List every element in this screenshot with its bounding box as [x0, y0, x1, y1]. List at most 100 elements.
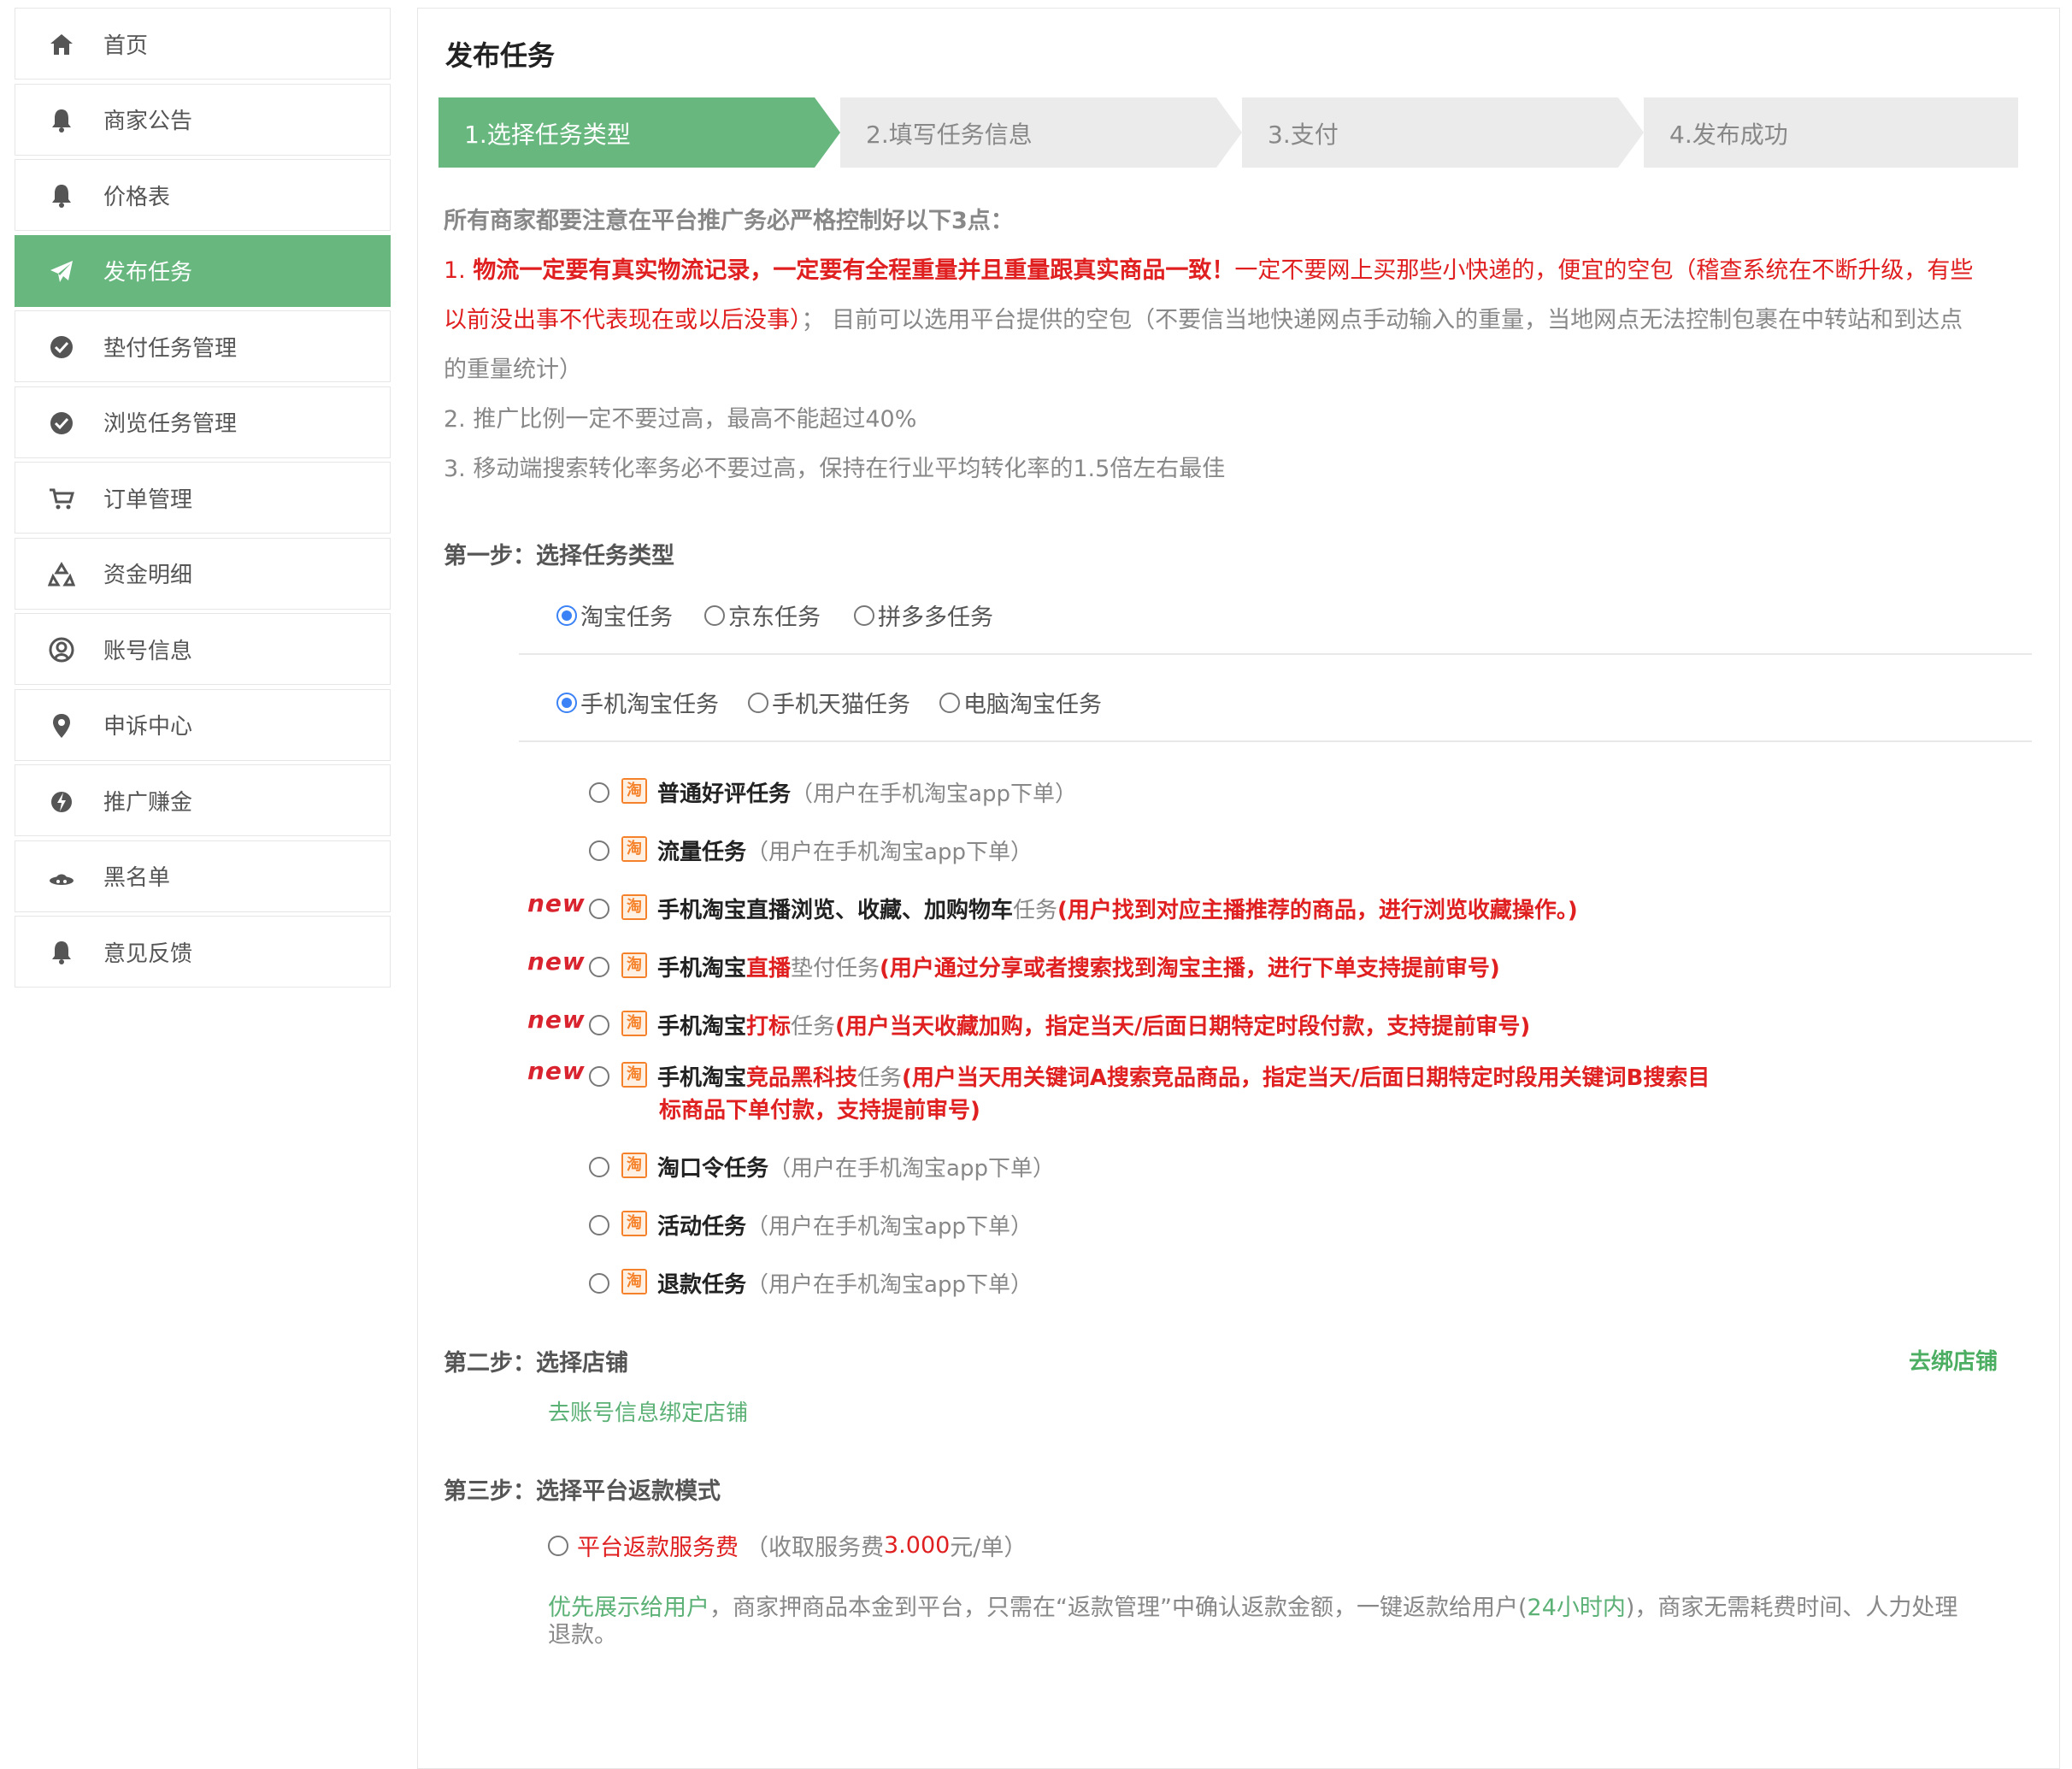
paper-plane-icon — [48, 258, 75, 286]
platform-option-pdd[interactable]: 拼多多任务 — [854, 599, 993, 632]
radio-button[interactable] — [589, 1015, 609, 1035]
radio-button[interactable] — [548, 1535, 568, 1556]
task-option-refund[interactable]: 退款任务（用户在手机淘宝app下单） — [589, 1267, 1033, 1299]
taobao-icon — [621, 1011, 647, 1036]
task-name: 手机淘宝 — [657, 956, 747, 982]
fee-prefix: （收取服务费 — [745, 1535, 884, 1561]
radio-button[interactable] — [589, 782, 609, 803]
radio-button[interactable] — [589, 1066, 609, 1087]
notice-point-2: 2. 推广比例一定不要过高，最高不能超过40% — [444, 406, 917, 433]
radio-button[interactable] — [589, 1273, 609, 1294]
sidebar-item-label: 资金明细 — [103, 563, 193, 588]
notice-point-1-line-2: 以前没出事不代表现在或以后没事）； 目前可以选用平台提供的空包（不要信当地快递网… — [444, 301, 1963, 334]
sidebar-item-label: 首页 — [103, 32, 149, 59]
step-3: 3.支付 — [1242, 97, 1644, 168]
radio-button[interactable] — [589, 1157, 609, 1177]
notice-point-1-line-3: 的重量统计） — [444, 357, 582, 383]
task-desc-continued: 标商品下单付款，支持提前审号) — [659, 1098, 980, 1123]
task-name-suffix: 任务 — [857, 1065, 903, 1091]
task-name: 普通好评任务 — [657, 781, 792, 807]
task-option-tao-password[interactable]: 淘口令任务 （用户在手机淘宝app下单） — [589, 1151, 1055, 1182]
sidebar-item-order-management[interactable]: 订单管理 — [15, 462, 391, 534]
sidebar-item-feedback[interactable]: 意见反馈 — [15, 916, 391, 988]
task-name-highlight: 竞品黑科技 — [746, 1065, 858, 1091]
task-option-tagging[interactable]: 手机淘宝打标任务(用户当天收藏加购，指定当天/后面日期特定时段付款，支持提前审号… — [589, 1009, 1530, 1041]
refund-desc-time: 24小时内 — [1527, 1595, 1626, 1621]
radio-button[interactable] — [556, 604, 577, 626]
radio-button[interactable] — [748, 692, 768, 713]
radio-button[interactable] — [556, 692, 577, 713]
radio-button[interactable] — [589, 1215, 609, 1235]
sidebar-item-publish-task[interactable]: 发布任务 — [15, 234, 391, 307]
radio-button[interactable] — [854, 604, 874, 626]
new-badge: new — [527, 889, 586, 917]
sidebar-item-account-info[interactable]: 账号信息 — [15, 613, 391, 685]
task-name-highlight: 直播 — [746, 956, 792, 982]
sidebar-item-announcements[interactable]: 商家公告 — [15, 83, 391, 156]
taobao-icon — [621, 778, 647, 804]
radio-button[interactable] — [589, 957, 609, 977]
notice-point-1-line-1: 1. 物流一定要有真实物流记录，一定要有全程重量并且重量跟真实商品一致！一定不要… — [444, 251, 1973, 285]
new-badge: new — [527, 1057, 586, 1085]
task-desc: (用户当天用关键词A搜索竞品商品，指定当天/后面日期特定时段用关键词B搜索目 — [902, 1065, 1710, 1091]
sidebar-item-funds-detail[interactable]: 资金明细 — [15, 537, 391, 610]
refund-desc-text-cont: )，商家无需耗费时间、人力处理 — [1625, 1595, 1958, 1621]
account-bind-shop-link[interactable]: 去账号信息绑定店铺 — [548, 1395, 748, 1427]
step-label: 4.发布成功 — [1669, 121, 1788, 149]
taobao-icon — [621, 836, 647, 862]
bell-icon — [48, 107, 75, 134]
sidebar-item-price-list[interactable]: 价格表 — [15, 159, 391, 231]
platform-option-jd[interactable]: 京东任务 — [704, 599, 821, 632]
new-badge: new — [527, 947, 586, 976]
task-name-suffix: 垫付任务 — [791, 956, 880, 982]
taobao-icon — [621, 1269, 647, 1294]
task-name: 手机淘宝 — [657, 1014, 747, 1040]
sidebar-item-appeal-center[interactable]: 申诉中心 — [15, 688, 391, 761]
bell-icon — [48, 939, 75, 966]
main-panel: 发布任务 1.选择任务类型 2.填写任务信息 3.支付 4.发布成功 所有商家都… — [417, 8, 2060, 1769]
task-option-live-browse[interactable]: 手机淘宝直播浏览、收藏、加购物车任务(用户找到对应主播推荐的商品，进行浏览收藏操… — [589, 893, 1578, 924]
radio-button[interactable] — [704, 604, 725, 626]
task-option-competitor-tech[interactable]: 手机淘宝竞品黑科技任务(用户当天用关键词A搜索竞品商品，指定当天/后面日期特定时… — [589, 1060, 1710, 1092]
task-option-normal-review[interactable]: 普通好评任务（用户在手机淘宝app下单） — [589, 776, 1077, 808]
taobao-icon — [621, 1211, 647, 1236]
sidebar-item-label: 推广赚金 — [103, 789, 193, 816]
sidebar-item-label: 商家公告 — [103, 109, 193, 134]
subtype-option-mobile-taobao[interactable]: 手机淘宝任务 — [556, 686, 719, 719]
notice-point-1-warning-cont: 以前没出事不代表现在或以后没事） — [444, 307, 802, 333]
sidebar-item-label: 黑名单 — [103, 865, 171, 891]
step-4: 4.发布成功 — [1644, 97, 2018, 168]
sidebar-item-label: 订单管理 — [103, 486, 193, 513]
sidebar-item-blacklist[interactable]: 黑名单 — [15, 840, 391, 912]
step-label: 1.选择任务类型 — [464, 121, 631, 149]
refund-mode-option[interactable]: 平台返款服务费 （收取服务费 3.000 元/单） — [548, 1529, 1027, 1562]
sidebar-item-home[interactable]: 首页 — [15, 8, 391, 80]
sidebar-item-browse-task-management[interactable]: 浏览任务管理 — [15, 386, 391, 458]
task-option-activity[interactable]: 活动任务 （用户在手机淘宝app下单） — [589, 1209, 1033, 1241]
step-label: 3.支付 — [1268, 121, 1339, 149]
platform-option-taobao[interactable]: 淘宝任务 — [556, 599, 673, 632]
bind-shop-link[interactable]: 去绑店铺 — [1909, 1344, 1998, 1376]
subtype-option-pc-taobao[interactable]: 电脑淘宝任务 — [939, 686, 1102, 719]
task-name-suffix: 任务 — [791, 1014, 836, 1040]
sidebar-item-label: 价格表 — [103, 184, 171, 210]
task-desc: （用户在手机淘宝app下单） — [746, 1272, 1033, 1298]
radio-button[interactable] — [939, 692, 960, 713]
option-label: 拼多多任务 — [878, 604, 993, 631]
task-option-live-advance[interactable]: 手机淘宝直播垫付任务(用户通过分享或者搜索找到淘宝主播，进行下单支持提前审号) — [589, 951, 1500, 982]
notice-heading: 所有商家都要注意在平台推广务必严格控制好以下3点： — [444, 208, 1014, 234]
task-desc: (用户找到对应主播推荐的商品，进行浏览收藏操作。) — [1057, 898, 1578, 923]
divider — [519, 740, 2032, 742]
task-desc: (用户当天收藏加购，指定当天/后面日期特定时段付款，支持提前审号) — [835, 1014, 1531, 1040]
hat-icon — [48, 864, 75, 891]
radio-button[interactable] — [589, 899, 609, 919]
sidebar-item-promotion-earnings[interactable]: 推广赚金 — [15, 764, 391, 836]
notice-point-1-advice: ； 目前可以选用平台提供的空包（不要信当地快递网点手动输入的重量，当地网点无法控… — [801, 307, 1963, 333]
task-option-traffic[interactable]: 流量任务（用户在手机淘宝app下单） — [589, 834, 1033, 866]
option-label: 电脑淘宝任务 — [963, 692, 1102, 718]
sidebar-item-advance-task-management[interactable]: 垫付任务管理 — [15, 310, 391, 382]
subtype-option-mobile-tmall[interactable]: 手机天猫任务 — [748, 686, 910, 719]
fee-suffix: 元/单） — [950, 1535, 1027, 1561]
radio-button[interactable] — [589, 840, 609, 861]
sidebar-item-label: 意见反馈 — [103, 941, 193, 967]
